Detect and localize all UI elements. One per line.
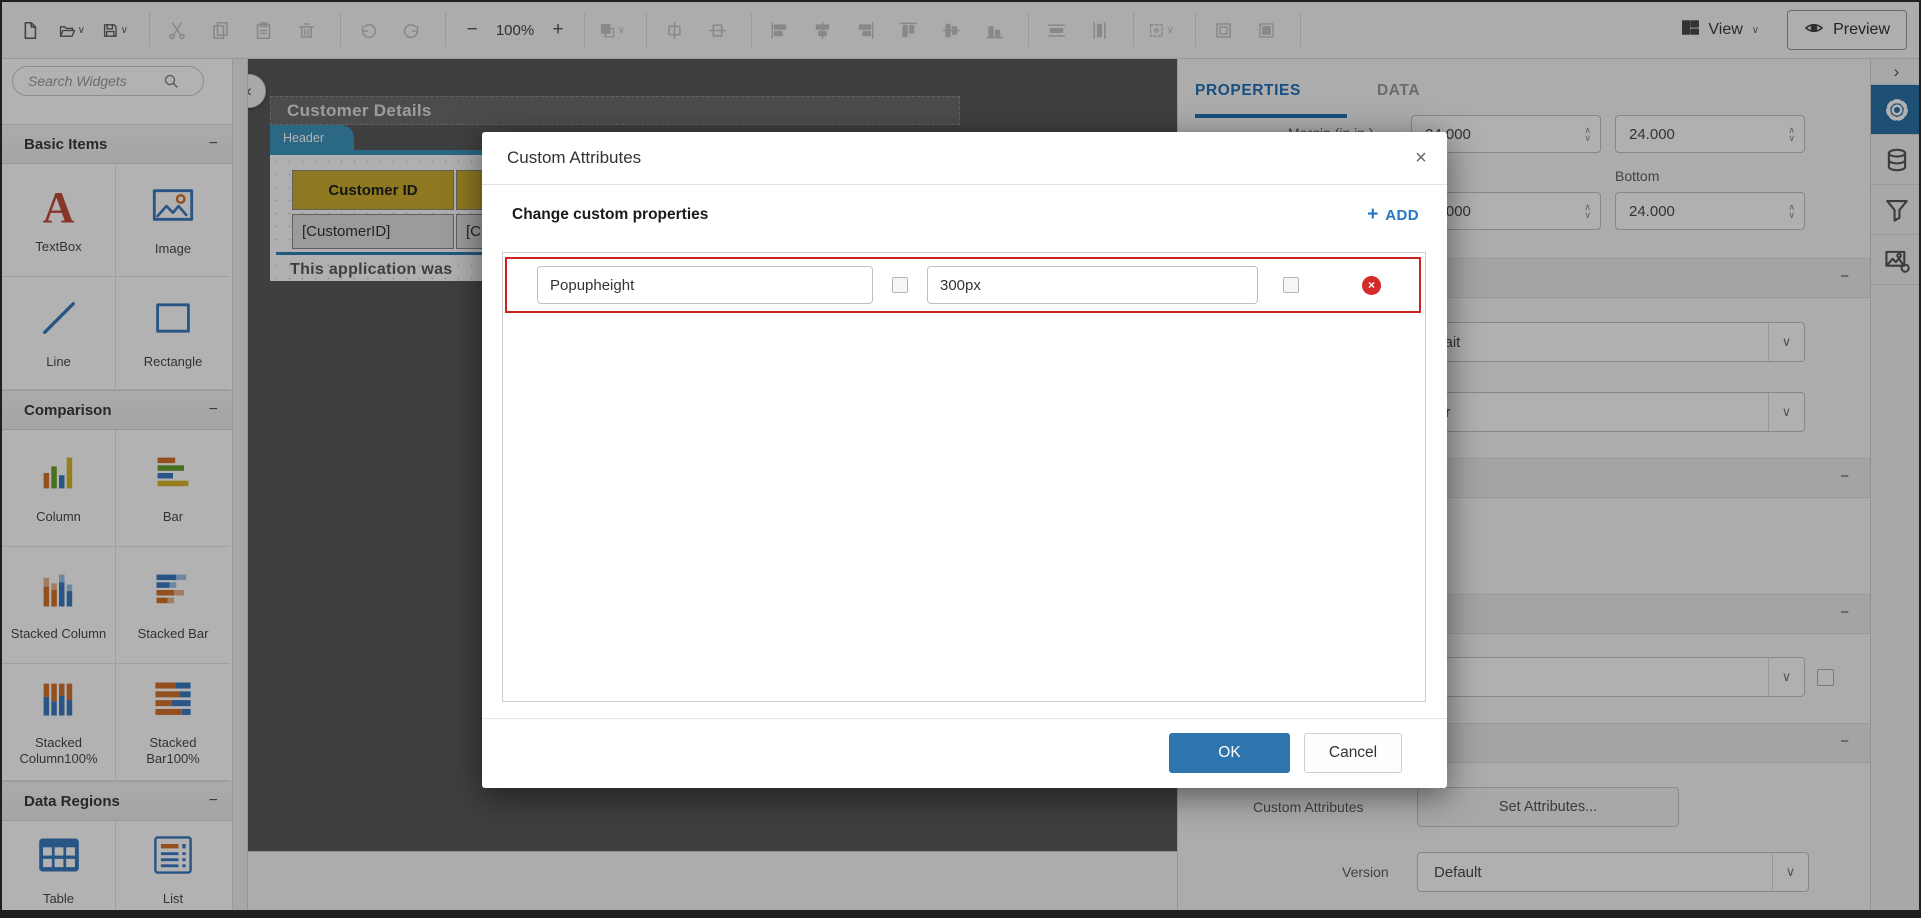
dialog-title: Custom Attributes: [507, 148, 642, 167]
ok-label: OK: [1218, 744, 1241, 761]
custom-attributes-dialog: Custom Attributes × Change custom proper…: [482, 132, 1447, 788]
attribute-row-selected[interactable]: ×: [505, 257, 1421, 313]
footer-divider: [482, 718, 1447, 719]
ok-button[interactable]: OK: [1169, 733, 1290, 773]
add-label: ADD: [1385, 206, 1419, 224]
plus-icon: +: [1367, 204, 1379, 225]
cancel-label: Cancel: [1328, 744, 1378, 761]
app-window: ∨∨ − 100% + ∨∨ View ∨ Preview Basic Item…: [0, 0, 1921, 918]
delete-attribute-icon[interactable]: ×: [1362, 275, 1381, 295]
dialog-subtitle: Change custom properties: [512, 206, 709, 223]
close-icon[interactable]: ×: [1395, 147, 1447, 170]
attributes-list: ×: [502, 252, 1426, 702]
value-encrypt-checkbox[interactable]: [1283, 277, 1299, 293]
cancel-button[interactable]: Cancel: [1304, 733, 1402, 773]
attribute-name-input[interactable]: [537, 266, 873, 304]
attribute-value-input[interactable]: [927, 266, 1258, 304]
name-encrypt-checkbox[interactable]: [892, 277, 908, 293]
dialog-header: Custom Attributes ×: [482, 132, 1447, 185]
add-attribute-button[interactable]: + ADD: [1367, 204, 1419, 226]
